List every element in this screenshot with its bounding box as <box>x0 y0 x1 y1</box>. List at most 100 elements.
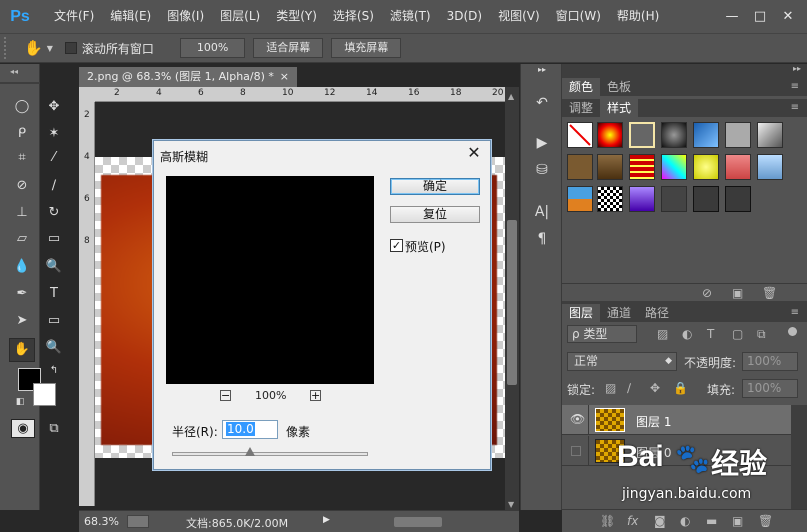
crop-tool-icon[interactable]: ⌗ <box>12 148 32 168</box>
tab-channels[interactable]: 通道 <box>600 304 638 322</box>
paragraph-panel-icon[interactable]: ¶ <box>531 228 553 250</box>
style-swatch[interactable] <box>693 122 719 148</box>
style-swatch[interactable] <box>567 186 593 212</box>
delete-layer-icon[interactable]: 🗑 <box>758 514 773 528</box>
menu-help[interactable]: 帮助(H) <box>609 0 667 33</box>
filter-shape-icon[interactable]: ▢ <box>732 327 743 341</box>
radius-input[interactable]: 10.0 <box>222 420 278 439</box>
style-swatch[interactable] <box>629 186 655 212</box>
style-swatch[interactable] <box>597 122 623 148</box>
panel-menu-icon[interactable]: ≡ <box>791 99 799 117</box>
properties-panel-icon[interactable]: ⛁ <box>531 159 553 181</box>
menu-type[interactable]: 类型(Y) <box>268 0 325 33</box>
quick-mask-icon[interactable]: ◉ <box>11 419 35 438</box>
zoom-in-button[interactable]: + <box>310 390 321 401</box>
tab-color[interactable]: 颜色 <box>562 78 601 96</box>
collapse-tools-icon[interactable]: ◂◂ <box>4 66 24 78</box>
brush-tool-icon[interactable]: ∕ <box>44 176 64 196</box>
status-menu-arrow-icon[interactable]: ▶ <box>323 515 330 525</box>
hand-tool-active-icon[interactable]: ✋ <box>9 338 35 362</box>
layer-name[interactable]: 图层 1 <box>636 413 671 430</box>
options-grip[interactable] <box>4 37 18 59</box>
default-colors-icon[interactable]: ◧ <box>14 396 26 408</box>
radius-slider-thumb[interactable] <box>245 447 256 456</box>
filter-smart-object-icon[interactable]: ⧉ <box>757 327 766 342</box>
document-tab[interactable]: 2.png @ 68.3% (图层 1, Alpha/8) * × <box>79 67 297 87</box>
lock-position-icon[interactable]: ✥ <box>650 381 660 395</box>
filter-toggle-icon[interactable] <box>788 327 797 336</box>
eyedropper-tool-icon[interactable]: ⁄ <box>44 148 64 168</box>
vertical-scroll-thumb[interactable] <box>507 220 517 385</box>
ok-button[interactable]: 确定 <box>390 178 480 195</box>
style-swatch[interactable] <box>597 154 623 180</box>
status-icon[interactable] <box>127 515 149 528</box>
menu-select[interactable]: 选择(S) <box>325 0 382 33</box>
screen-mode-icon[interactable]: ⧉ <box>44 419 64 439</box>
menu-window[interactable]: 窗口(W) <box>548 0 609 33</box>
tab-paths[interactable]: 路径 <box>638 304 676 322</box>
dodge-tool-icon[interactable]: 🔍 <box>44 257 64 277</box>
zoom-level[interactable]: 68.3% <box>84 515 119 528</box>
tab-adjustments[interactable]: 调整 <box>562 99 600 117</box>
close-window-button[interactable]: ✕ <box>775 7 801 27</box>
marquee-tool-icon[interactable]: ◯ <box>12 97 32 117</box>
style-swatch[interactable] <box>661 154 687 180</box>
style-swatch[interactable] <box>757 122 783 148</box>
dock-collapse-icon[interactable]: ▸▸ <box>531 64 553 76</box>
new-group-icon[interactable]: ▬ <box>706 514 717 528</box>
magic-wand-tool-icon[interactable]: ✶ <box>44 124 64 144</box>
tool-preset-chevron-icon[interactable]: ▼ <box>47 44 53 53</box>
filter-pixel-icon[interactable]: ▨ <box>657 327 668 341</box>
clone-stamp-tool-icon[interactable]: ⊥ <box>12 203 32 223</box>
scroll-down-arrow-icon[interactable]: ▼ <box>508 500 514 509</box>
lock-transparency-icon[interactable]: ▨ <box>605 381 616 395</box>
menu-3d[interactable]: 3D(D) <box>439 0 490 33</box>
eye-icon[interactable]: 👁 <box>570 412 585 426</box>
style-swatch[interactable] <box>597 186 623 212</box>
hand-tool-icon[interactable]: ✋ <box>24 39 43 57</box>
menu-image[interactable]: 图像(I) <box>159 0 212 33</box>
radius-slider-track[interactable] <box>172 452 368 456</box>
reset-button[interactable]: 复位 <box>390 206 480 223</box>
style-swatch[interactable] <box>661 122 687 148</box>
style-swatch[interactable] <box>725 186 751 212</box>
lock-all-icon[interactable]: 🔒 <box>673 381 688 395</box>
fill-input[interactable]: 100% <box>742 379 798 398</box>
menu-edit[interactable]: 编辑(E) <box>102 0 159 33</box>
opacity-input[interactable]: 100% <box>742 352 798 371</box>
delete-style-icon[interactable]: 🗑 <box>762 286 777 300</box>
blur-preview[interactable] <box>166 176 374 384</box>
path-selection-tool-icon[interactable]: ➤ <box>12 311 32 331</box>
link-layers-icon[interactable]: ⛓ <box>600 514 615 528</box>
vertical-ruler[interactable]: 2 4 6 8 <box>79 102 95 506</box>
visibility-box[interactable] <box>571 446 581 456</box>
filter-type-icon[interactable]: T <box>707 327 714 341</box>
clear-style-icon[interactable]: ⊘ <box>702 286 712 300</box>
panel-collapse-icon[interactable]: ▸▸ <box>793 64 801 73</box>
history-brush-tool-icon[interactable]: ↻ <box>44 203 64 223</box>
add-mask-icon[interactable]: ◙ <box>654 514 666 528</box>
actions-panel-icon[interactable]: ▶ <box>531 132 553 154</box>
scroll-all-checkbox[interactable] <box>64 42 77 54</box>
scroll-up-arrow-icon[interactable]: ▲ <box>508 92 514 101</box>
pen-tool-icon[interactable]: ✒ <box>12 284 32 304</box>
panel-menu-icon[interactable]: ≡ <box>791 304 799 322</box>
eraser-tool-icon[interactable]: ▱ <box>12 229 32 249</box>
ruler-origin[interactable] <box>79 87 95 102</box>
lock-pixels-icon[interactable]: ∕ <box>627 381 631 395</box>
menu-layer[interactable]: 图层(L) <box>212 0 268 33</box>
zoom-out-button[interactable]: − <box>220 390 231 401</box>
style-swatch[interactable] <box>693 154 719 180</box>
style-swatch[interactable] <box>629 154 655 180</box>
background-color-swatch[interactable] <box>33 383 56 406</box>
tab-swatches[interactable]: 色板 <box>600 78 638 96</box>
fill-screen-button[interactable]: 填充屏幕 <box>331 38 402 58</box>
style-swatch[interactable] <box>629 122 655 148</box>
panel-menu-icon[interactable]: ≡ <box>791 78 799 96</box>
swap-colors-icon[interactable]: ↰ <box>48 365 60 377</box>
menu-view[interactable]: 视图(V) <box>490 0 548 33</box>
fx-icon[interactable]: fx <box>627 514 638 528</box>
style-swatch[interactable] <box>567 154 593 180</box>
new-style-icon[interactable]: ▣ <box>732 286 743 300</box>
adjustment-layer-icon[interactable]: ◐ <box>680 514 690 528</box>
